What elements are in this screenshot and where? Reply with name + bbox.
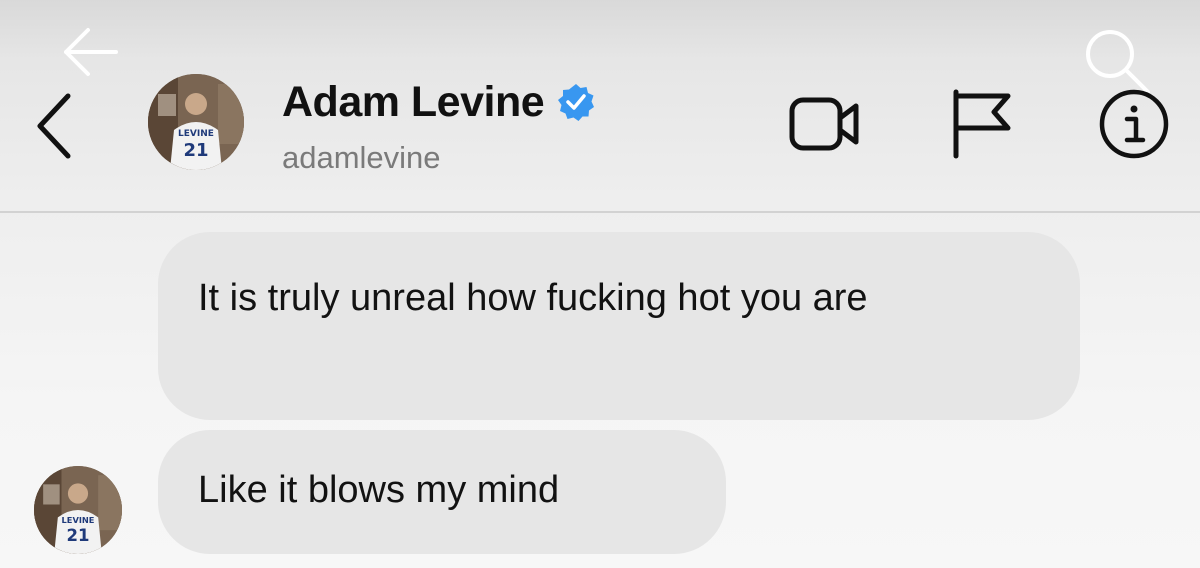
jersey-number: 21 — [183, 140, 208, 161]
video-camera-icon[interactable] — [788, 92, 864, 156]
verified-badge-icon — [558, 84, 595, 121]
info-icon[interactable] — [1098, 88, 1170, 160]
message-bubble[interactable]: It is truly unreal how fucking hot you a… — [158, 232, 1080, 420]
message-text: Like it blows my mind — [198, 469, 560, 511]
name-row[interactable]: Adam Levine — [282, 74, 596, 130]
message-text: It is truly unreal how fucking hot you a… — [198, 277, 868, 319]
username: adamlevine — [282, 140, 441, 175]
sender-avatar[interactable]: LEVINE 21 — [34, 466, 122, 554]
flag-icon[interactable] — [948, 88, 1018, 160]
avatar[interactable]: LEVINE 21 — [148, 74, 244, 170]
chat-header: LEVINE 21 Adam Levine adamlevine — [0, 0, 1200, 212]
jersey-number: 21 — [67, 526, 90, 545]
jersey-name: LEVINE — [178, 129, 214, 139]
header-divider — [0, 211, 1200, 213]
chevron-left-icon[interactable] — [28, 90, 80, 162]
message-bubble[interactable]: Like it blows my mind — [158, 430, 726, 554]
jersey-name: LEVINE — [62, 515, 95, 525]
display-name: Adam Levine — [282, 77, 545, 126]
